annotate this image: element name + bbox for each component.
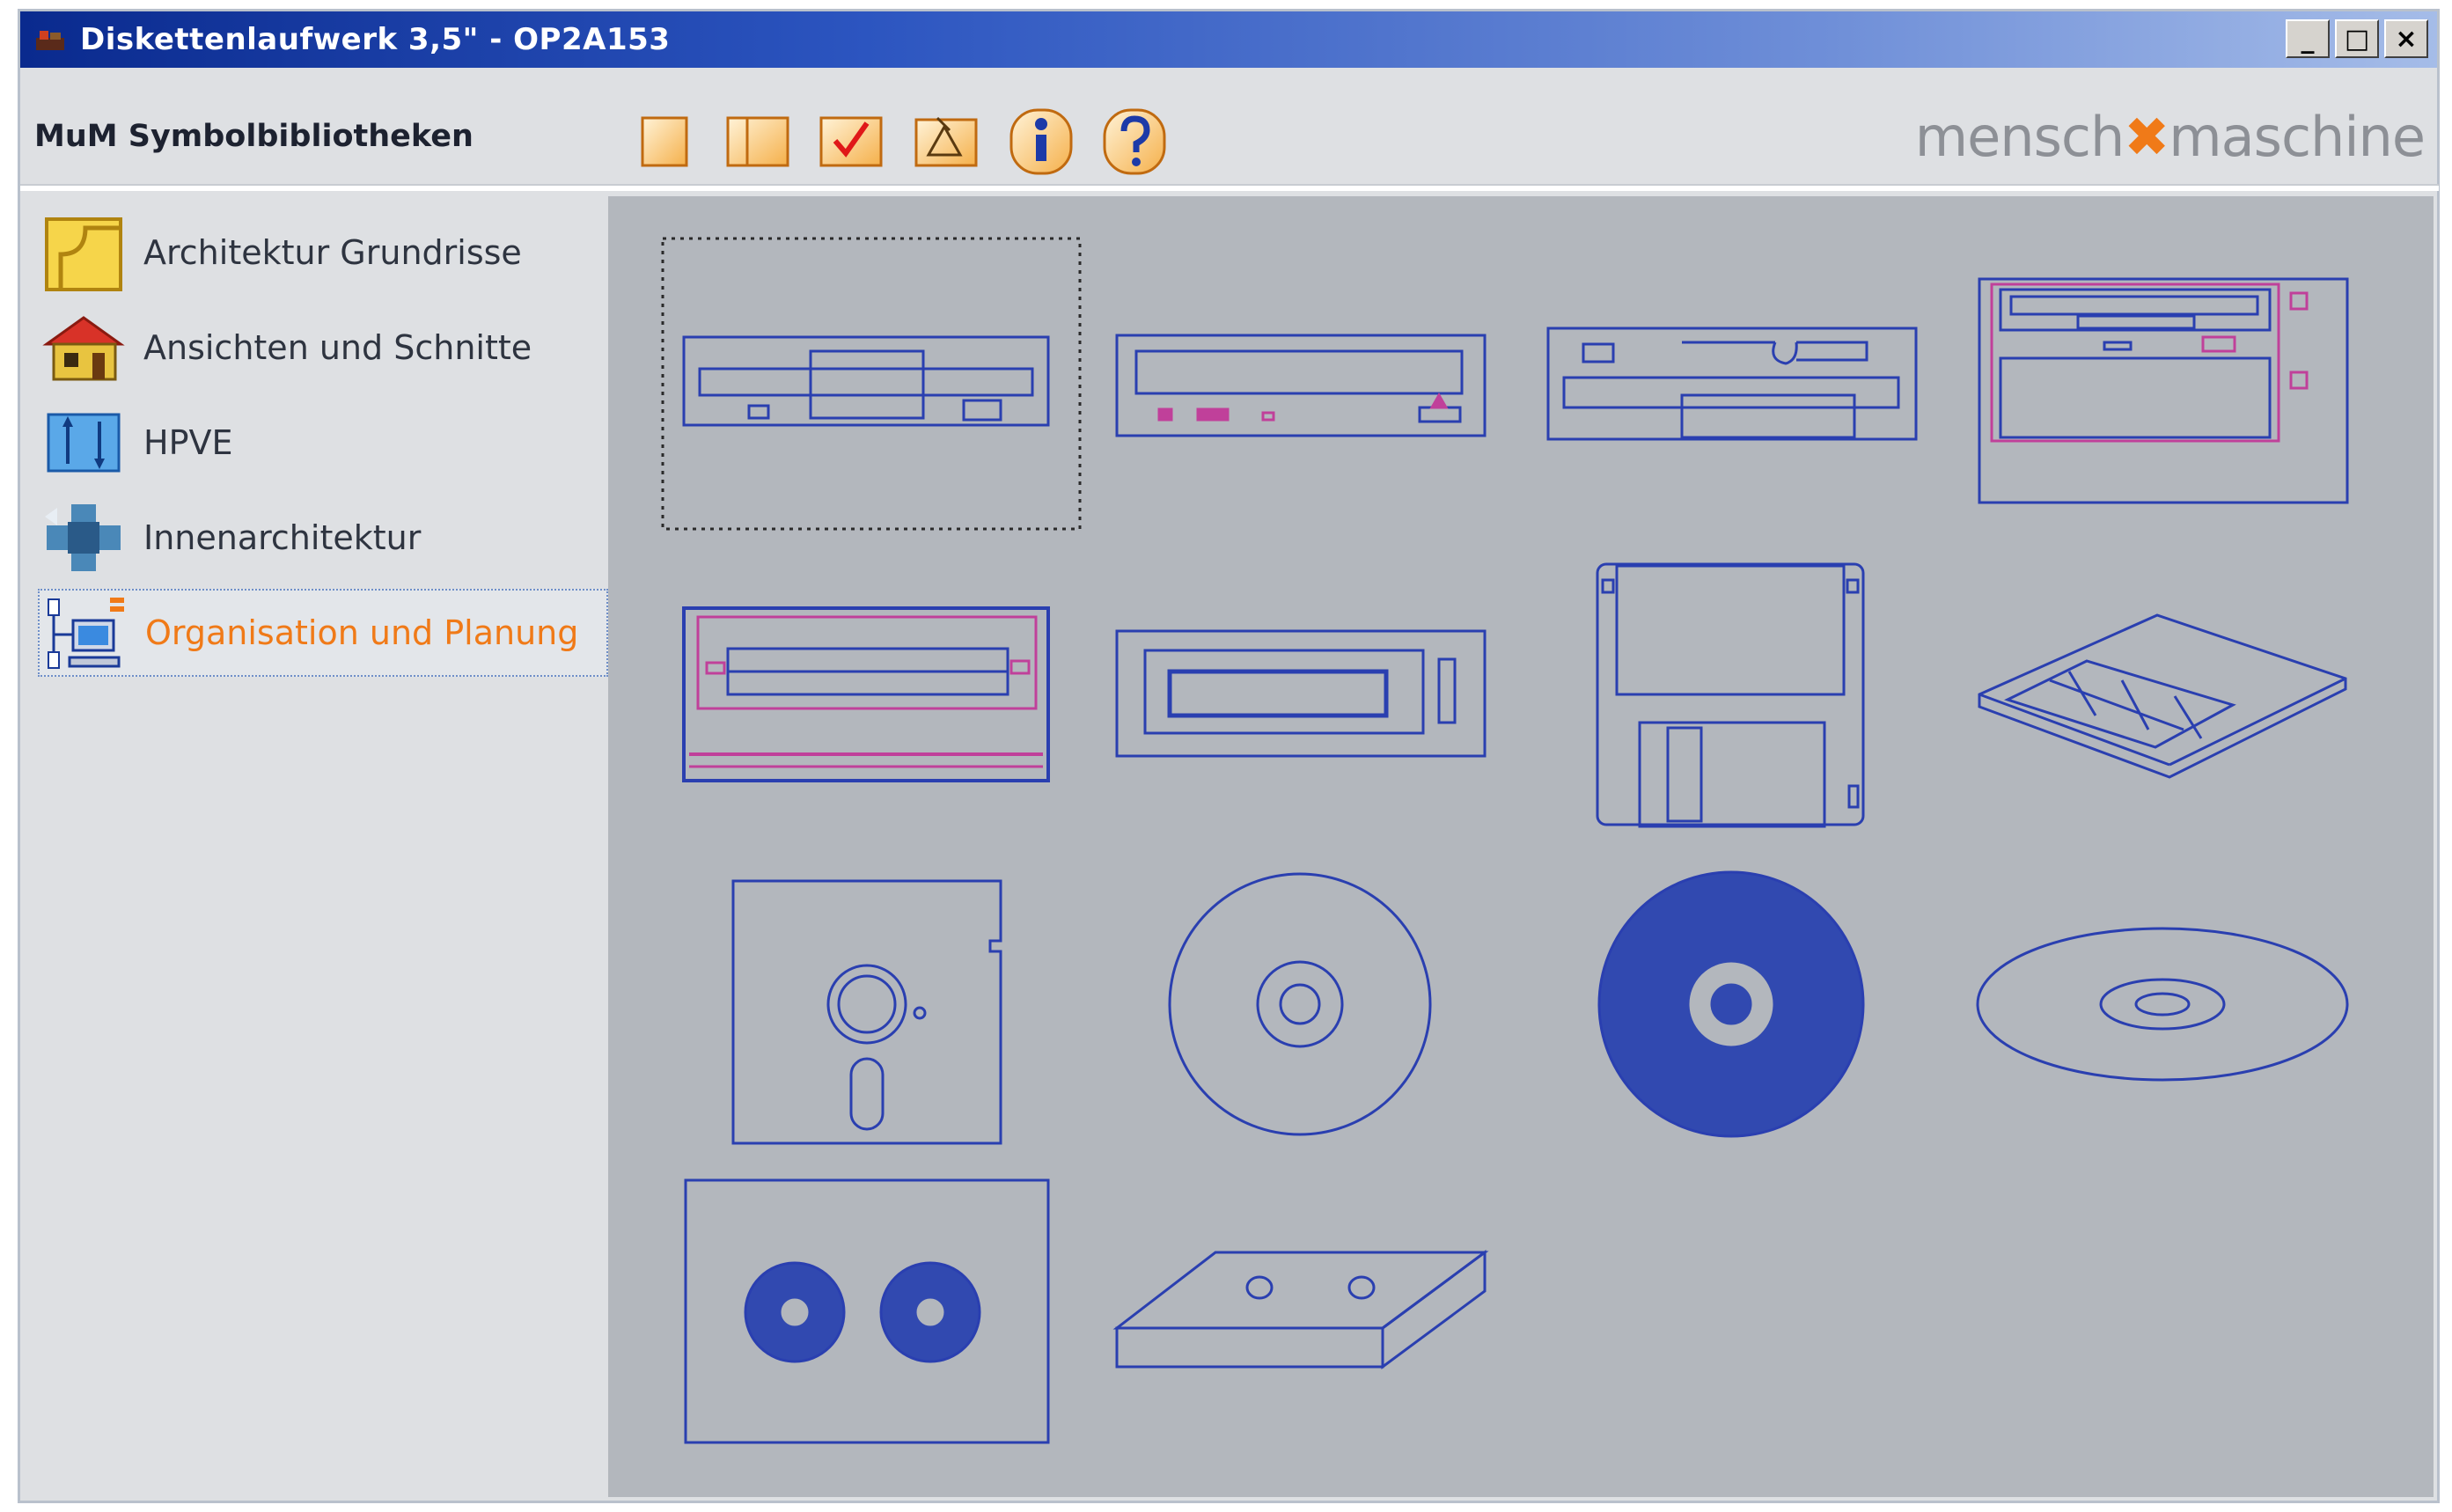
symbol-floppy-drive-front-2[interactable] bbox=[1115, 334, 1487, 437]
symbol-floppy-disk-perspective[interactable] bbox=[1978, 613, 2347, 779]
symbol-canvas bbox=[608, 196, 2434, 1497]
maximize-icon: □ bbox=[2344, 23, 2370, 55]
house-icon bbox=[42, 316, 125, 381]
info-button[interactable] bbox=[1006, 106, 1076, 177]
symbol-cassette-front[interactable] bbox=[684, 1178, 1050, 1444]
symbol-tape-drive-front[interactable] bbox=[1115, 629, 1487, 758]
blank-page-icon bbox=[641, 116, 688, 167]
select-button[interactable] bbox=[816, 106, 886, 177]
sidebar-item-label: Innenarchitektur bbox=[143, 518, 422, 557]
toolbar-divider bbox=[20, 184, 2439, 191]
app-window: Diskettenlaufwerk 3,5" - OP2A153 _ □ × M… bbox=[18, 9, 2440, 1503]
sidebar-item-label: Architektur Grundrisse bbox=[143, 233, 522, 272]
title-bar[interactable]: Diskettenlaufwerk 3,5" - OP2A153 _ □ × bbox=[20, 11, 2437, 68]
symbol-cassette-perspective[interactable] bbox=[1112, 1250, 1489, 1369]
symbol-grid bbox=[661, 237, 2349, 1444]
sidebar-item-label: HPVE bbox=[143, 423, 233, 462]
furniture-icon bbox=[45, 504, 121, 571]
minimize-icon: _ bbox=[2301, 23, 2315, 55]
info-icon bbox=[1009, 108, 1073, 175]
brand-logo: mensch✖maschine bbox=[1914, 105, 2426, 169]
sidebar-item-label: Ansichten und Schnitte bbox=[143, 328, 532, 367]
sidebar-item-hpve[interactable]: HPVE bbox=[38, 399, 608, 487]
symbol-drive-bay-unit[interactable] bbox=[1978, 277, 2349, 504]
symbol-cd-filled[interactable] bbox=[1597, 870, 1865, 1138]
pencil-sheet-icon bbox=[914, 116, 978, 167]
library-title: MuM Symbolbibliotheken bbox=[34, 119, 474, 154]
symbol-drive-front-pink[interactable] bbox=[682, 606, 1050, 782]
sidebar-item-architektur[interactable]: Architektur Grundrisse bbox=[38, 209, 608, 297]
maximize-button[interactable]: □ bbox=[2335, 19, 2379, 58]
window-title: Diskettenlaufwerk 3,5" - OP2A153 bbox=[80, 22, 671, 57]
brand-left: mensch bbox=[1914, 105, 2125, 169]
arrows-icon bbox=[47, 413, 121, 473]
sidebar-item-innenarchitektur[interactable]: Innenarchitektur bbox=[38, 494, 608, 582]
sidebar-item-organisation[interactable]: Organisation und Planung bbox=[38, 589, 608, 677]
selection-frame bbox=[661, 237, 1082, 531]
brand-right: maschine bbox=[2169, 105, 2426, 169]
app-icon bbox=[36, 31, 64, 50]
symbol-floppy-disk-3-5[interactable] bbox=[1596, 562, 1865, 828]
brand-mark: ✖ bbox=[2124, 105, 2169, 169]
new-page-button[interactable] bbox=[629, 106, 700, 177]
symbol-cd-outline[interactable] bbox=[1168, 872, 1432, 1136]
floorplan-icon bbox=[45, 217, 122, 291]
toolbar: MuM Symbolbibliotheken mensch✖maschine bbox=[20, 68, 2437, 193]
split-view-button[interactable] bbox=[723, 106, 793, 177]
symbol-cd-perspective[interactable] bbox=[1976, 927, 2349, 1082]
symbol-floppy-disk-5-25[interactable] bbox=[731, 879, 1002, 1145]
library-sidebar: Architektur Grundrisse Ansichten und Sch… bbox=[20, 196, 608, 1490]
help-icon bbox=[1103, 108, 1166, 175]
edit-sheet-button[interactable] bbox=[911, 106, 981, 177]
symbol-floppy-drive-front-3[interactable] bbox=[1546, 327, 1918, 441]
checkmark-icon bbox=[819, 116, 883, 167]
close-icon: × bbox=[2395, 23, 2418, 55]
sidebar-item-label: Organisation und Planung bbox=[145, 613, 579, 652]
help-button[interactable] bbox=[1099, 106, 1170, 177]
minimize-button[interactable]: _ bbox=[2286, 19, 2330, 58]
close-button[interactable]: × bbox=[2384, 19, 2428, 58]
split-page-icon bbox=[726, 116, 789, 167]
computer-network-icon bbox=[48, 598, 124, 669]
symbol-floppy-drive-front-1[interactable] bbox=[661, 237, 1082, 531]
sidebar-item-ansichten[interactable]: Ansichten und Schnitte bbox=[38, 304, 608, 392]
